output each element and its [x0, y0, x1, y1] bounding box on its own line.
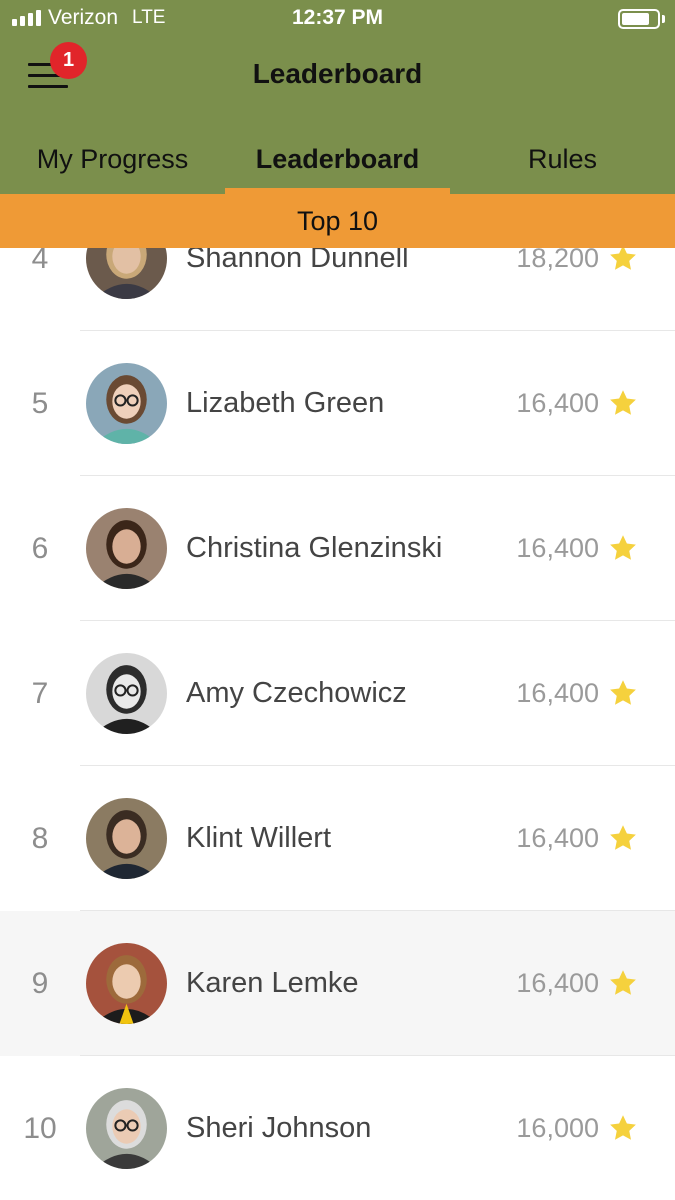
- avatar: [86, 798, 167, 879]
- battery-icon: [618, 9, 660, 29]
- star-icon: [608, 823, 638, 853]
- points-value: 16,000: [516, 1113, 599, 1143]
- star-icon: [608, 533, 638, 563]
- leaderboard-row[interactable]: 5 Lizabeth Green 16,400: [0, 331, 675, 476]
- rank-number: 6: [31, 531, 49, 565]
- leaderboard-row[interactable]: 8 Klint Willert 16,400: [0, 766, 675, 911]
- rank-number: 5: [31, 386, 49, 420]
- status-time: 12:37 PM: [291, 6, 384, 29]
- star-icon: [608, 968, 638, 998]
- points-value: 16,400: [516, 968, 599, 998]
- rank-number: 8: [31, 821, 49, 855]
- player-name: Lizabeth Green: [186, 387, 385, 419]
- points-value: 16,400: [516, 533, 599, 563]
- leaderboard-row[interactable]: 9 Karen Lemke 16,400: [0, 911, 675, 1056]
- app-header: Verizon LTE 12:37 PM 1 Leaderboard My Pr…: [0, 0, 675, 194]
- star-icon: [608, 1113, 638, 1143]
- player-name: Amy Czechowicz: [186, 677, 407, 709]
- leaderboard-row[interactable]: 10 Sheri Johnson 16,000: [0, 1056, 675, 1200]
- avatar: [86, 943, 167, 1024]
- leaderboard-row[interactable]: 6 Christina Glenzinski 16,400: [0, 476, 675, 621]
- rank-number: 9: [31, 966, 49, 1000]
- avatar: [86, 363, 167, 444]
- tab-rules[interactable]: Rules: [450, 124, 675, 194]
- player-name: Sheri Johnson: [186, 1112, 372, 1144]
- avatar: [86, 508, 167, 589]
- avatar: [86, 653, 167, 734]
- points-value: 16,400: [516, 678, 599, 708]
- leaderboard-row[interactable]: 7 Amy Czechowicz 16,400: [0, 621, 675, 766]
- rank-number: 7: [31, 676, 49, 710]
- tab-bar: My Progress Leaderboard Rules: [0, 124, 675, 194]
- star-icon: [608, 388, 638, 418]
- battery-tip: [662, 15, 665, 23]
- section-header: Top 10: [0, 194, 675, 248]
- status-bar: Verizon LTE 12:37 PM: [0, 0, 675, 38]
- tab-leaderboard[interactable]: Leaderboard: [225, 124, 450, 194]
- avatar: [86, 1088, 167, 1169]
- player-name: Christina Glenzinski: [186, 532, 443, 564]
- tab-my-progress[interactable]: My Progress: [0, 124, 225, 194]
- rank-number: 10: [23, 1111, 57, 1145]
- star-icon: [608, 678, 638, 708]
- player-name: Klint Willert: [186, 822, 332, 854]
- leaderboard-list[interactable]: 4 Shannon Dunnell 18,200 5 Lizabeth Green 16,…: [0, 186, 675, 1200]
- player-name: Karen Lemke: [186, 967, 359, 999]
- points-value: 16,400: [516, 388, 599, 418]
- points-value: 16,400: [516, 823, 599, 853]
- page-title: Leaderboard: [252, 58, 423, 89]
